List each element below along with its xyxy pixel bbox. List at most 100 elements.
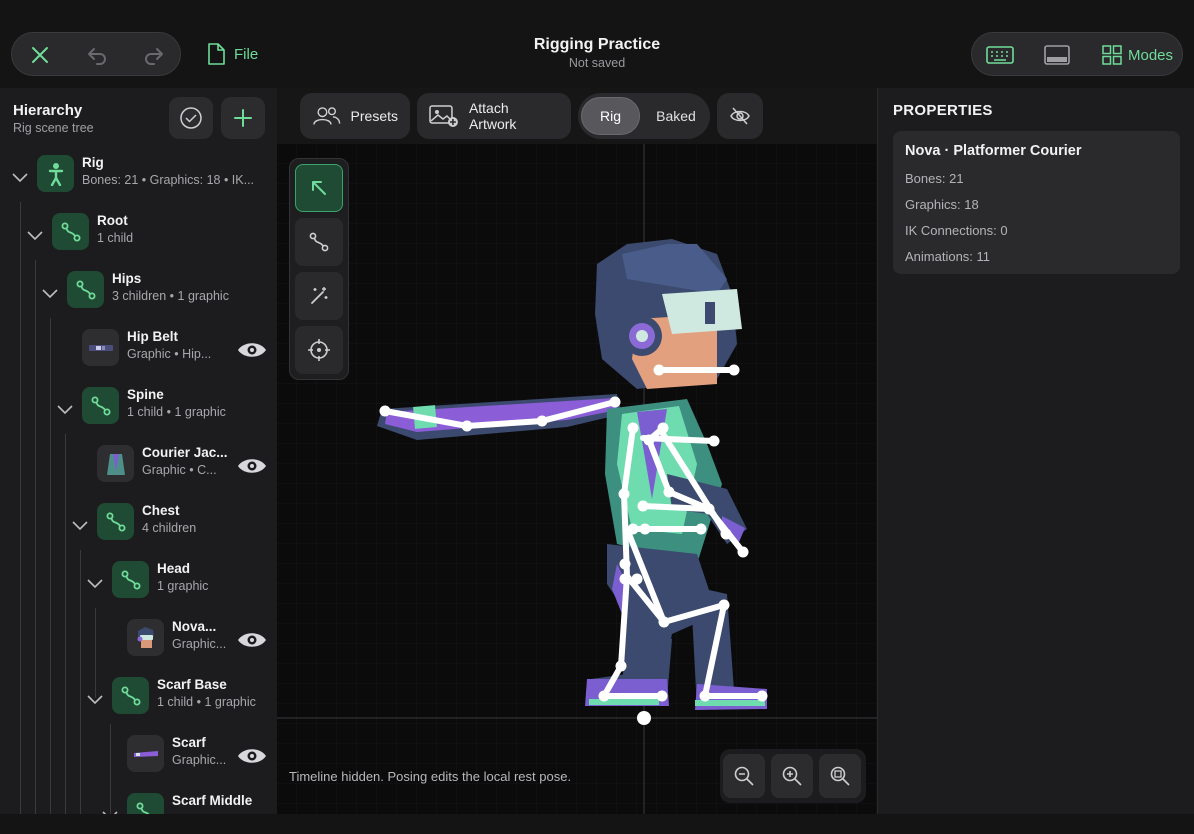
- node-meta: Graphic...: [172, 637, 227, 651]
- tree-row-head[interactable]: Head 1 graphic: [0, 560, 277, 618]
- file-icon: [208, 43, 225, 65]
- chevron-down-icon[interactable]: [24, 224, 46, 246]
- node-name: Scarf Base: [157, 677, 227, 692]
- tree-row-rig[interactable]: Rig Bones: 21 • Graphics: 18 • IK...: [0, 154, 277, 212]
- redo-button[interactable]: [126, 33, 182, 77]
- ik-connections-count: IK Connections: 0: [905, 223, 1008, 238]
- zoom-fit-icon: [830, 766, 850, 786]
- panel-toggle-button[interactable]: [1029, 33, 1085, 77]
- eye-icon[interactable]: [236, 630, 268, 650]
- eye-icon[interactable]: [236, 340, 268, 360]
- node-name: Scarf Middle: [172, 793, 253, 808]
- node-name: Head: [157, 561, 191, 576]
- tree-row-root[interactable]: Root 1 child: [0, 212, 277, 270]
- keyboard-button[interactable]: [972, 33, 1028, 77]
- tree-row-spine[interactable]: Spine 1 child • 1 graphic: [0, 386, 277, 444]
- top-bar: File Rigging Practice Not saved Modes: [0, 0, 1194, 88]
- tree-row-chest[interactable]: Chest 4 children: [0, 502, 277, 560]
- node-meta: Bones: 21 • Graphics: 18 • IK...: [82, 173, 255, 187]
- attach-artwork-button[interactable]: Attach Artwork: [417, 93, 571, 139]
- scarf-thumbnail-icon: [127, 735, 164, 772]
- select-tool-button[interactable]: [295, 164, 343, 212]
- pivot-tool-button[interactable]: [295, 326, 343, 374]
- node-meta: Graphic • Hip...: [127, 347, 212, 361]
- zoom-in-button[interactable]: [771, 754, 813, 798]
- tree-row-scarf[interactable]: Scarf Graphic...: [0, 734, 277, 792]
- chevron-down-icon[interactable]: [84, 688, 106, 710]
- eye-icon[interactable]: [236, 456, 268, 476]
- page-title: Rigging Practice: [533, 36, 661, 53]
- zoom-out-button[interactable]: [723, 754, 765, 798]
- zoom-in-icon: [782, 766, 802, 786]
- rig-name: Nova · Platformer Courier: [905, 143, 1082, 159]
- figure-icon: [37, 155, 74, 192]
- zoom-fit-button[interactable]: [819, 754, 861, 798]
- timeline-status: Timeline hidden. Posing edits the local …: [289, 769, 572, 784]
- viewport[interactable]: [277, 144, 877, 814]
- undo-icon: [88, 48, 106, 65]
- hide-bones-button[interactable]: [717, 93, 763, 139]
- auto-rig-tool-button[interactable]: [295, 272, 343, 320]
- file-menu-button[interactable]: File: [206, 40, 258, 68]
- people-icon: [313, 107, 341, 125]
- check-circle-icon: [180, 107, 202, 129]
- tree-row-scarf-base[interactable]: Scarf Base 1 child • 1 graphic: [0, 676, 277, 734]
- bone-icon: [82, 387, 119, 424]
- rig-tab[interactable]: Rig: [581, 97, 640, 135]
- tree-row-courier-jacket[interactable]: Courier Jac... Graphic • C...: [0, 444, 277, 502]
- presets-label: Presets: [350, 108, 398, 124]
- modes-label: Modes: [1128, 46, 1174, 64]
- properties-title: PROPERTIES: [893, 102, 993, 119]
- arrow-pointer-icon: [312, 181, 326, 195]
- chevron-down-icon[interactable]: [9, 166, 31, 188]
- chevron-down-icon[interactable]: [84, 572, 106, 594]
- tree-row-hip-belt[interactable]: Hip Belt Graphic • Hip...: [0, 328, 277, 386]
- presets-button[interactable]: Presets: [300, 93, 410, 139]
- node-name: Chest: [142, 503, 180, 518]
- tree-row-nova-graphic[interactable]: Nova... Graphic...: [0, 618, 277, 676]
- chevron-down-icon[interactable]: [39, 282, 61, 304]
- zoom-controls: [720, 749, 866, 803]
- bone-icon: [52, 213, 89, 250]
- rig-summary-card: Nova · Platformer Courier Bones: 21 Grap…: [893, 131, 1180, 274]
- node-name: Root: [97, 213, 128, 228]
- close-icon: [32, 47, 48, 63]
- baked-tab[interactable]: Baked: [646, 97, 706, 135]
- modes-button[interactable]: Modes: [1102, 33, 1173, 77]
- node-meta: Graphic...: [172, 753, 227, 767]
- tree-row-scarf-middle[interactable]: Scarf Middle: [0, 792, 277, 814]
- bone-icon: [112, 677, 149, 714]
- bone-icon: [97, 503, 134, 540]
- jacket-thumbnail-icon: [97, 445, 134, 482]
- bone-icon: [309, 232, 329, 252]
- tree-row-hips[interactable]: Hips 3 children • 1 graphic: [0, 270, 277, 328]
- node-meta: 1 child • 1 graphic: [157, 695, 256, 709]
- bone-tool-button[interactable]: [295, 218, 343, 266]
- magic-wand-icon: [311, 287, 328, 304]
- node-name: Hips: [112, 271, 142, 286]
- chevron-down-icon[interactable]: [54, 398, 76, 420]
- animations-count: Animations: 11: [905, 249, 991, 264]
- eye-icon[interactable]: [236, 746, 268, 766]
- node-name: Courier Jac...: [142, 445, 228, 460]
- bone-icon: [67, 271, 104, 308]
- bottom-bar: [0, 814, 1194, 834]
- chevron-down-icon[interactable]: [99, 804, 121, 814]
- zoom-out-icon: [734, 766, 754, 786]
- graphics-count: Graphics: 18: [905, 197, 979, 212]
- node-name: Rig: [82, 155, 104, 170]
- belt-thumbnail-icon: [82, 329, 119, 366]
- add-node-button[interactable]: [221, 97, 265, 139]
- save-status: Not saved: [568, 56, 626, 70]
- hierarchy-panel: Hierarchy Rig scene tree Rig Bones: 21 •…: [0, 88, 277, 814]
- node-name: Scarf: [172, 735, 206, 750]
- undo-button[interactable]: [69, 33, 125, 77]
- rig-baked-toggle: Rig Baked: [578, 93, 710, 139]
- rig-canvas[interactable]: [277, 144, 877, 814]
- redo-icon: [145, 48, 163, 65]
- panel-bottom-icon: [1044, 45, 1070, 65]
- select-mode-button[interactable]: [169, 97, 213, 139]
- file-label: File: [234, 45, 259, 63]
- close-button[interactable]: [12, 33, 68, 77]
- chevron-down-icon[interactable]: [69, 514, 91, 536]
